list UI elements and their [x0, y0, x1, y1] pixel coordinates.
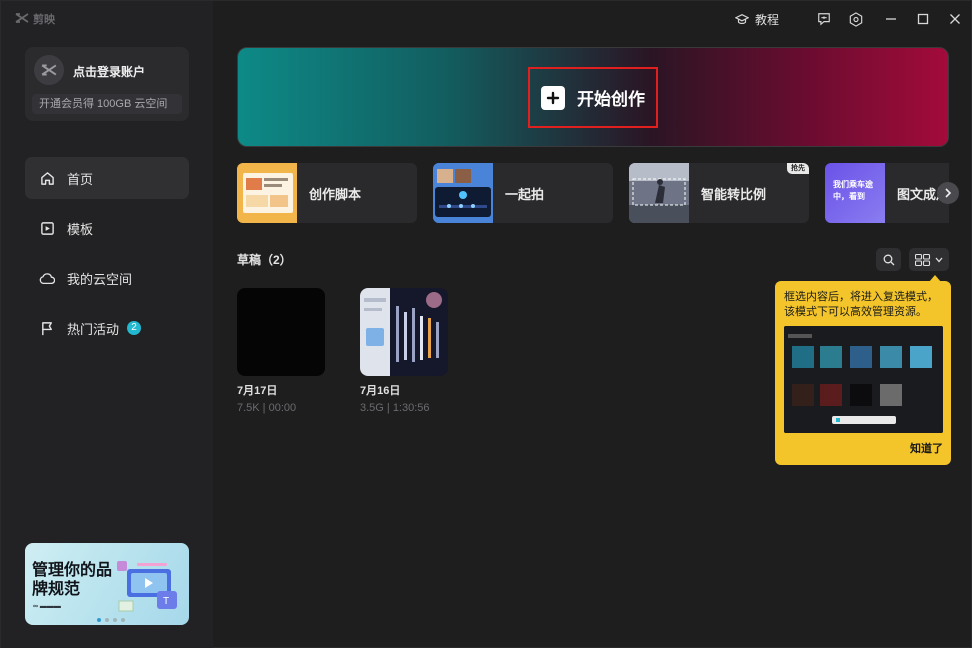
promo-illustration: T — [117, 561, 177, 612]
plus-icon — [541, 85, 565, 110]
tool-card-smart-ratio[interactable]: 智能转比例 抢先 — [629, 163, 809, 223]
start-creation-banner[interactable]: 开始创作 — [237, 47, 949, 147]
flag-icon — [39, 320, 55, 336]
draft-date: 7月17日 — [237, 385, 278, 397]
close-icon[interactable] — [947, 11, 963, 27]
chevron-down-icon — [935, 257, 943, 262]
view-mode-button[interactable] — [909, 248, 949, 271]
sidebar-item-label: 首页 — [67, 171, 94, 187]
sidebar-item-templates[interactable]: 模板 — [25, 207, 189, 249]
got-it-button[interactable]: 知道了 — [910, 440, 943, 456]
avatar[interactable] — [34, 55, 64, 85]
tool-cards: 创作脚本 一起拍 智能转比例 抢先 我们乘车途中，看到 图文成片 — [237, 163, 949, 223]
shoot-together-thumbnail — [433, 163, 493, 223]
tool-card-shoot-together[interactable]: 一起拍 — [433, 163, 613, 223]
tooltip-illustration — [784, 326, 943, 433]
sidebar-item-cloud[interactable]: 我的云空间 — [25, 257, 189, 299]
home-icon — [39, 170, 55, 186]
promo-banner[interactable]: 管理你的品牌规范 ∞ ▬▬▬ T — [25, 543, 189, 625]
tooltip-text: 框选内容后，将进入复选模式，该模式下可以高效管理资源。 — [784, 291, 938, 318]
graduation-cap-icon — [735, 14, 749, 25]
thumbnail-text: 我们乘车途中，看到 — [833, 180, 873, 201]
draft-item[interactable]: 7月16日 3.5G | 1:30:56 — [360, 288, 450, 414]
tutorial-button[interactable]: 教程 — [735, 11, 779, 28]
app-window: 剪映 点击登录账户 开通会员得 100GB 云空间 首页 模板 我的云空间 热门… — [0, 0, 972, 648]
sidebar-item-label: 热门活动 — [67, 321, 120, 337]
smart-ratio-thumbnail — [629, 163, 689, 223]
draft-item[interactable]: 7月17日 7.5K | 00:00 — [237, 288, 327, 414]
draft-thumbnail[interactable] — [360, 288, 448, 376]
text-to-video-thumbnail: 我们乘车途中，看到 — [825, 163, 885, 223]
draft-date: 7月16日 — [360, 385, 401, 397]
app-brand-label: 剪映 — [33, 14, 55, 26]
start-creation-label: 开始创作 — [577, 90, 645, 109]
tool-card-text-to-video[interactable]: 我们乘车途中，看到 图文成片 — [825, 163, 949, 223]
template-icon — [39, 220, 55, 236]
sidebar: 剪映 点击登录账户 开通会员得 100GB 云空间 首页 模板 我的云空间 热门… — [1, 1, 213, 648]
drafts-heading: 草稿（2） — [237, 253, 292, 267]
draft-toolbar — [876, 248, 949, 271]
scroll-right-button[interactable] — [937, 182, 959, 204]
sidebar-nav: 首页 模板 我的云空间 热门活动 2 — [25, 157, 189, 357]
title-bar: 教程 — [213, 1, 972, 37]
search-button[interactable] — [876, 248, 901, 271]
login-link[interactable]: 点击登录账户 — [73, 63, 145, 80]
svg-text:T: T — [163, 596, 169, 607]
tool-label: 智能转比例 — [701, 186, 767, 202]
maximize-icon[interactable] — [915, 11, 931, 27]
grid-view-icon — [915, 253, 931, 266]
draft-meta: 7.5K | 00:00 — [237, 402, 297, 414]
app-brand: 剪映 — [15, 11, 55, 27]
sidebar-item-label: 模板 — [67, 221, 94, 237]
vip-offer-link[interactable]: 开通会员得 100GB 云空间 — [32, 94, 182, 114]
minimize-icon[interactable] — [883, 11, 899, 27]
notification-badge: 2 — [127, 321, 142, 335]
settings-icon[interactable] — [848, 11, 864, 27]
promo-logo: ∞ ▬▬▬ — [33, 603, 61, 610]
capcut-logo-icon — [15, 12, 29, 26]
tutorial-label: 教程 — [755, 13, 780, 27]
early-access-tag: 抢先 — [787, 163, 809, 174]
start-creation-button[interactable]: 开始创作 — [528, 67, 658, 128]
cloud-icon — [39, 270, 55, 286]
capcut-avatar-icon — [41, 64, 57, 76]
sidebar-item-events[interactable]: 热门活动 2 — [25, 307, 189, 349]
script-thumbnail — [237, 163, 297, 223]
promo-title: 管理你的品牌规范 — [32, 562, 113, 598]
draft-thumbnail[interactable] — [237, 288, 325, 376]
draft-meta: 3.5G | 1:30:56 — [360, 402, 430, 414]
feedback-icon[interactable] — [816, 11, 832, 27]
sidebar-item-label: 我的云空间 — [67, 271, 133, 287]
tool-card-script[interactable]: 创作脚本 — [237, 163, 417, 223]
sidebar-item-home[interactable]: 首页 — [25, 157, 189, 199]
search-icon — [883, 254, 894, 265]
tool-label: 创作脚本 — [309, 186, 362, 202]
tool-label: 一起拍 — [505, 186, 545, 202]
multi-select-tooltip: 框选内容后，将进入复选模式，该模式下可以高效管理资源。 知道了 — [775, 275, 951, 465]
account-card[interactable]: 点击登录账户 开通会员得 100GB 云空间 — [25, 47, 189, 121]
tooltip-arrow — [929, 275, 941, 282]
carousel-dots[interactable] — [97, 618, 125, 622]
chevron-right-icon — [945, 188, 952, 198]
